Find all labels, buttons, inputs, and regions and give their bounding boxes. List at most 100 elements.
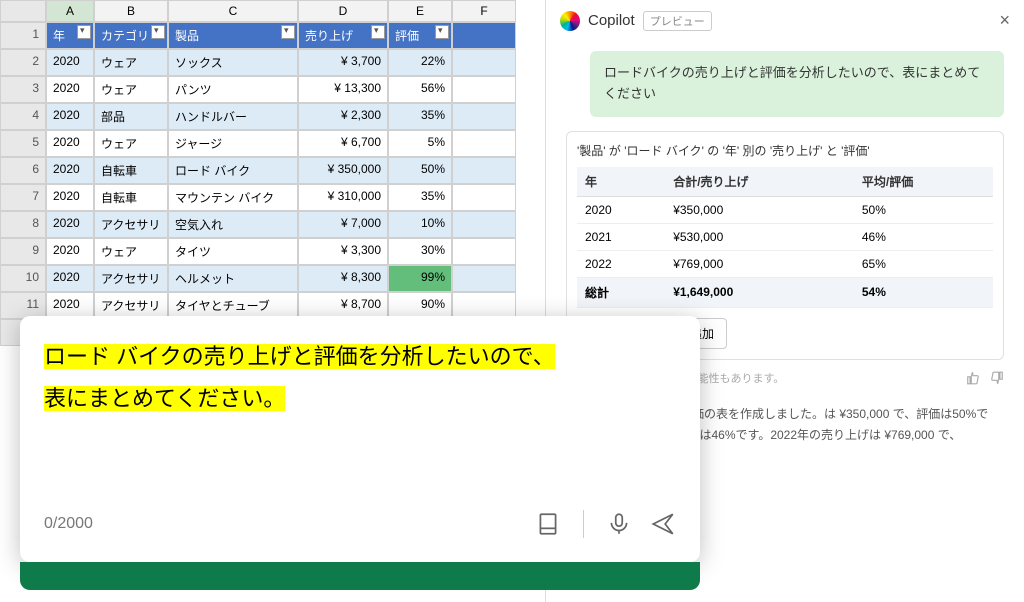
cell[interactable]: 99% <box>388 265 452 292</box>
cell[interactable]: ¥ 13,300 <box>298 76 388 103</box>
cell[interactable]: 2020 <box>46 76 94 103</box>
notebook-icon[interactable] <box>535 511 561 537</box>
col-header-A[interactable]: A <box>46 0 94 22</box>
cell[interactable]: 56% <box>388 76 452 103</box>
spreadsheet-area[interactable]: A B C D E F 1年カテゴリ製品売り上げ評価22020ウェアソックス¥ … <box>0 0 540 346</box>
cell[interactable]: パンツ <box>168 76 298 103</box>
cell[interactable] <box>452 103 516 130</box>
filter-dropdown-icon[interactable] <box>77 25 91 39</box>
prompt-text[interactable]: ロード バイクの売り上げと評価を分析したいので、 表にまとめてください。 <box>44 336 676 420</box>
cell[interactable]: アクセサリ <box>94 211 168 238</box>
filter-dropdown-icon[interactable] <box>371 25 385 39</box>
cell[interactable]: ¥ 7,000 <box>298 211 388 238</box>
cell[interactable]: 2020 <box>46 103 94 130</box>
cell[interactable]: 50% <box>388 157 452 184</box>
cell[interactable]: ハンドルバー <box>168 103 298 130</box>
cell[interactable]: 年 <box>46 22 94 49</box>
col-header-F[interactable]: F <box>452 0 516 22</box>
cell[interactable]: ¥ 350,000 <box>298 157 388 184</box>
cell[interactable]: ウェア <box>94 130 168 157</box>
cell[interactable]: ウェア <box>94 238 168 265</box>
cell[interactable] <box>452 292 516 319</box>
table-row[interactable]: 22020ウェアソックス¥ 3,70022% <box>0 49 540 76</box>
cell[interactable]: 自転車 <box>94 184 168 211</box>
table-row[interactable]: 32020ウェアパンツ¥ 13,30056% <box>0 76 540 103</box>
table-row[interactable]: 102020アクセサリヘルメット¥ 8,30099% <box>0 265 540 292</box>
cell[interactable]: 製品 <box>168 22 298 49</box>
cell[interactable] <box>452 76 516 103</box>
cell[interactable]: ¥ 8,700 <box>298 292 388 319</box>
cell[interactable]: マウンテン バイク <box>168 184 298 211</box>
col-header-B[interactable]: B <box>94 0 168 22</box>
cell[interactable]: ウェア <box>94 76 168 103</box>
cell[interactable] <box>452 49 516 76</box>
cell[interactable]: 35% <box>388 184 452 211</box>
cell[interactable]: タイツ <box>168 238 298 265</box>
row-number[interactable]: 11 <box>0 292 46 319</box>
select-all-corner[interactable] <box>0 0 46 22</box>
row-number[interactable]: 10 <box>0 265 46 292</box>
cell[interactable]: 2020 <box>46 130 94 157</box>
cell[interactable]: 2020 <box>46 184 94 211</box>
cell[interactable] <box>452 157 516 184</box>
cell[interactable]: ウェア <box>94 49 168 76</box>
table-row[interactable]: 82020アクセサリ空気入れ¥ 7,00010% <box>0 211 540 238</box>
cell[interactable]: 90% <box>388 292 452 319</box>
cell[interactable]: ¥ 8,300 <box>298 265 388 292</box>
cell[interactable]: 部品 <box>94 103 168 130</box>
cell[interactable]: 空気入れ <box>168 211 298 238</box>
table-row[interactable]: 42020部品ハンドルバー¥ 2,30035% <box>0 103 540 130</box>
cell[interactable]: 5% <box>388 130 452 157</box>
cell[interactable]: 売り上げ <box>298 22 388 49</box>
cell[interactable]: ロード バイク <box>168 157 298 184</box>
cell[interactable] <box>452 265 516 292</box>
close-icon[interactable]: × <box>999 10 1010 31</box>
cell[interactable]: 2020 <box>46 265 94 292</box>
cell[interactable]: ¥ 3,700 <box>298 49 388 76</box>
cell[interactable]: 評価 <box>388 22 452 49</box>
cell[interactable]: 22% <box>388 49 452 76</box>
cell[interactable] <box>452 184 516 211</box>
microphone-icon[interactable] <box>606 511 632 537</box>
cell[interactable]: 自転車 <box>94 157 168 184</box>
table-row[interactable]: 92020ウェアタイツ¥ 3,30030% <box>0 238 540 265</box>
cell[interactable]: カテゴリ <box>94 22 168 49</box>
thumbs-down-icon[interactable] <box>990 371 1004 385</box>
filter-dropdown-icon[interactable] <box>151 25 165 39</box>
cell[interactable]: ¥ 6,700 <box>298 130 388 157</box>
cell[interactable]: タイヤとチューブ <box>168 292 298 319</box>
cell[interactable]: ソックス <box>168 49 298 76</box>
row-number[interactable]: 6 <box>0 157 46 184</box>
cell[interactable] <box>452 130 516 157</box>
cell[interactable]: ¥ 310,000 <box>298 184 388 211</box>
row-number[interactable]: 8 <box>0 211 46 238</box>
row-number[interactable]: 2 <box>0 49 46 76</box>
table-row[interactable]: 112020アクセサリタイヤとチューブ¥ 8,70090% <box>0 292 540 319</box>
cell[interactable]: アクセサリ <box>94 265 168 292</box>
cell[interactable]: 30% <box>388 238 452 265</box>
thumbs-up-icon[interactable] <box>966 371 980 385</box>
cell[interactable]: アクセサリ <box>94 292 168 319</box>
cell[interactable]: 10% <box>388 211 452 238</box>
table-row[interactable]: 62020自転車ロード バイク¥ 350,00050% <box>0 157 540 184</box>
row-number[interactable]: 1 <box>0 22 46 49</box>
filter-dropdown-icon[interactable] <box>281 25 295 39</box>
cell[interactable]: ¥ 3,300 <box>298 238 388 265</box>
cell[interactable]: 2020 <box>46 157 94 184</box>
cell[interactable]: ジャージ <box>168 130 298 157</box>
row-number[interactable]: 7 <box>0 184 46 211</box>
cell[interactable]: ヘルメット <box>168 265 298 292</box>
row-number[interactable]: 3 <box>0 76 46 103</box>
cell[interactable] <box>452 211 516 238</box>
table-row[interactable]: 1年カテゴリ製品売り上げ評価 <box>0 22 540 49</box>
filter-dropdown-icon[interactable] <box>435 25 449 39</box>
cell[interactable]: 2020 <box>46 238 94 265</box>
cell[interactable]: ¥ 2,300 <box>298 103 388 130</box>
row-number[interactable]: 9 <box>0 238 46 265</box>
col-header-D[interactable]: D <box>298 0 388 22</box>
cell[interactable]: 2020 <box>46 292 94 319</box>
col-header-E[interactable]: E <box>388 0 452 22</box>
send-icon[interactable] <box>650 511 676 537</box>
cell[interactable]: 2020 <box>46 211 94 238</box>
row-number[interactable]: 4 <box>0 103 46 130</box>
